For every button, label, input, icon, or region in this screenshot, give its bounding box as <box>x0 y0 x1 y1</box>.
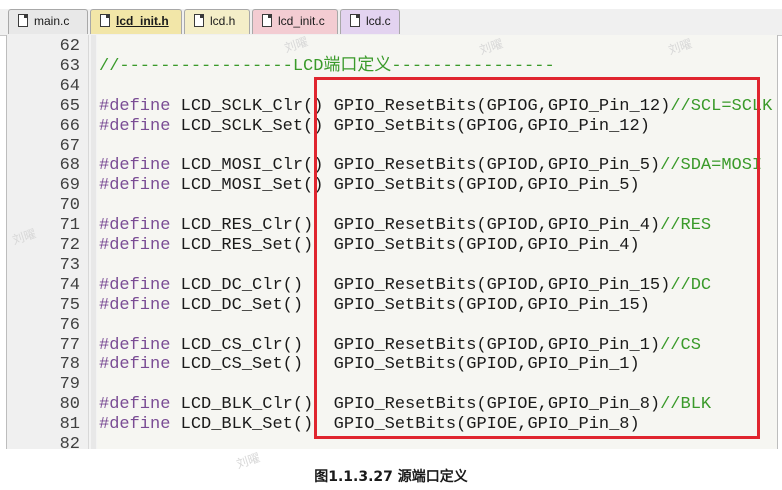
line-number: 64 <box>59 76 80 96</box>
line-number: 67 <box>59 136 80 156</box>
highlight-box <box>314 77 760 439</box>
keyword-token: #define <box>99 355 171 375</box>
line-number: 69 <box>59 176 80 196</box>
line-number: 66 <box>59 116 80 136</box>
tab-label: lcd.h <box>210 14 236 28</box>
file-icon <box>262 14 272 27</box>
tab-bar-top-strip <box>0 0 782 9</box>
line-number: 62 <box>59 37 80 56</box>
keyword-token: #define <box>99 275 171 295</box>
keyword-token: #define <box>99 236 171 255</box>
line-number: 63 <box>59 56 80 76</box>
keyword-token: #define <box>99 216 171 236</box>
tab-main-c[interactable]: main.c <box>8 9 88 34</box>
line-number: 78 <box>59 355 80 375</box>
figure-caption: 图1.1.3.27 源端口定义 <box>314 469 468 485</box>
tab-lcd-h[interactable]: lcd.h <box>184 9 250 34</box>
file-icon <box>350 14 360 27</box>
tab-lcd-c[interactable]: lcd.c <box>340 9 400 34</box>
tab-label: lcd_init.h <box>116 14 169 28</box>
keyword-token: #define <box>99 335 171 355</box>
keyword-token: #define <box>99 395 171 415</box>
file-icon <box>18 14 28 27</box>
line-number: 73 <box>59 255 80 275</box>
line-number: 68 <box>59 156 80 176</box>
tab-label: main.c <box>34 14 70 28</box>
keyword-token: #define <box>99 295 171 315</box>
line-number: 80 <box>59 395 80 415</box>
comment-token: //-----------------LCD端口定义--------------… <box>99 56 555 76</box>
file-icon <box>100 14 110 27</box>
line-number: 82 <box>59 435 80 449</box>
keyword-token: #define <box>99 116 171 136</box>
line-number: 75 <box>59 295 80 315</box>
code-line: //-----------------LCD端口定义--------------… <box>99 57 555 77</box>
tab-lcd-init-c[interactable]: lcd_init.c <box>252 9 338 34</box>
keyword-token: #define <box>99 96 171 116</box>
fold-margin <box>91 35 96 449</box>
keyword-token: #define <box>99 176 171 196</box>
tab-lcd-init-h[interactable]: lcd_init.h <box>90 9 182 34</box>
line-number: 77 <box>59 335 80 355</box>
line-number: 79 <box>59 375 80 395</box>
editor-tab-bar: main.c lcd_init.h lcd.h lcd_init.c lcd.c <box>0 0 782 36</box>
line-number: 74 <box>59 275 80 295</box>
keyword-token: #define <box>99 415 171 435</box>
line-number: 65 <box>59 96 80 116</box>
tab-label: lcd_init.c <box>278 14 325 28</box>
line-number: 70 <box>59 196 80 216</box>
tab-label: lcd.c <box>366 14 391 28</box>
line-number: 81 <box>59 415 80 435</box>
keyword-token: #define <box>99 156 171 176</box>
file-icon <box>194 14 204 27</box>
line-number: 76 <box>59 315 80 335</box>
